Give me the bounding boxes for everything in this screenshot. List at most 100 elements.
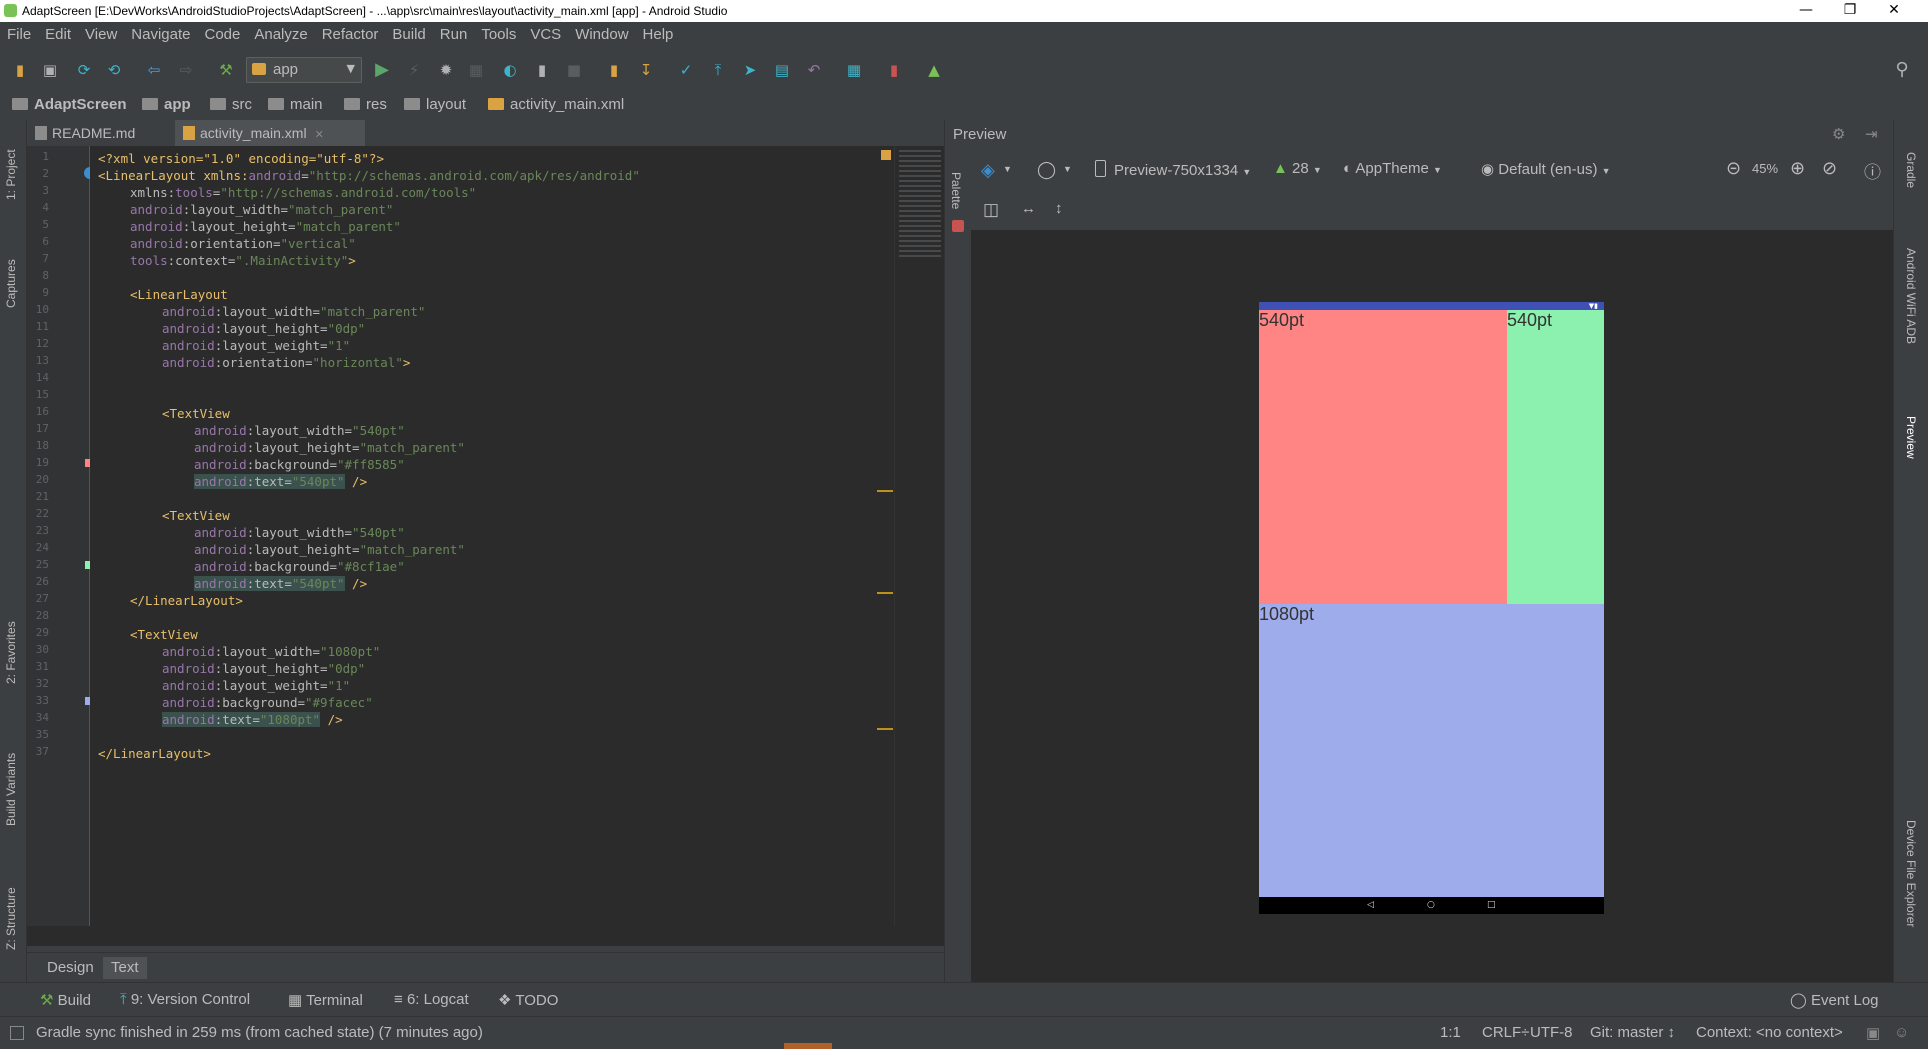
reload-icon[interactable]: ⟲ — [104, 60, 124, 80]
event-log-tool-button[interactable]: ◯ Event Log — [1790, 991, 1879, 1009]
close-tab-icon[interactable]: ✕ — [315, 129, 324, 141]
menu-vcs[interactable]: VCS — [523, 22, 568, 48]
api-select[interactable]: ▲ 28 ▼ — [1273, 160, 1322, 177]
zoom-in-icon[interactable]: ⊕ — [1790, 158, 1805, 179]
favorites-tool-tab[interactable]: 2: Favorites — [4, 621, 18, 684]
wifi-adb-tool-tab[interactable]: Android WiFi ADB — [1904, 248, 1918, 344]
menu-view[interactable]: View — [78, 22, 124, 48]
apply-changes-icon[interactable]: ▮ — [532, 60, 552, 80]
lock-icon[interactable]: ▣ — [1866, 1024, 1880, 1042]
revert-icon[interactable]: ↶ — [804, 60, 824, 80]
inspector-icon[interactable]: ☺ — [1894, 1024, 1909, 1041]
todo-tool-button[interactable]: ❖ TODO — [498, 991, 558, 1009]
toggle-tool-windows-icon[interactable] — [10, 1026, 24, 1040]
vcs-commit-icon[interactable]: ⤒ — [708, 60, 728, 80]
orientation-icon[interactable]: ◯ — [1037, 160, 1056, 180]
device-explorer-tool-tab[interactable]: Device File Explorer — [1904, 820, 1918, 927]
sync-icon[interactable]: ⟳ — [74, 60, 94, 80]
gear-icon[interactable]: ⚙ — [1832, 125, 1845, 143]
preview-tool-tab[interactable]: Preview — [1904, 416, 1918, 459]
vcs-update-icon[interactable]: ✓ — [676, 60, 696, 80]
zoom-fit-icon[interactable]: ⊘ — [1822, 158, 1837, 179]
warning-icon[interactable]: ⓘ — [1864, 158, 1881, 183]
download-icon[interactable]: ↧ — [636, 60, 656, 80]
build-variants-tool-tab[interactable]: Build Variants — [4, 753, 18, 826]
captures-tool-tab[interactable]: Captures — [4, 259, 18, 308]
tab-activity-main[interactable]: activity_main.xml ✕ — [175, 120, 365, 146]
chevron-down-icon[interactable]: ▼ — [1063, 164, 1072, 174]
stop-icon[interactable]: ■ — [564, 60, 584, 80]
locale-select[interactable]: ◉ Default (en-us) ▼ — [1481, 160, 1611, 178]
status-message[interactable]: Gradle sync finished in 259 ms (from cac… — [36, 1024, 483, 1041]
structure-tool-tab[interactable]: Z: Structure — [4, 887, 18, 950]
restore-button[interactable]: ❐ — [1828, 0, 1872, 22]
search-icon[interactable]: ⚲ — [1892, 60, 1912, 80]
forward-icon[interactable]: ⇨ — [176, 60, 196, 80]
menu-tools[interactable]: Tools — [474, 22, 523, 48]
menu-build[interactable]: Build — [385, 22, 432, 48]
project-structure-icon[interactable]: ▦ — [844, 60, 864, 80]
menu-window[interactable]: Window — [568, 22, 635, 48]
editor-minimap[interactable] — [877, 146, 945, 926]
menu-analyze[interactable]: Analyze — [247, 22, 314, 48]
chevron-down-icon[interactable]: ▼ — [1003, 164, 1012, 174]
close-button[interactable]: ✕ — [1872, 0, 1916, 22]
save-icon[interactable]: ▣ — [40, 60, 60, 80]
device-select[interactable]: Preview-750x1334 ▼ — [1095, 160, 1251, 179]
back-icon[interactable]: ⇦ — [144, 60, 164, 80]
warning-marker[interactable] — [881, 150, 891, 160]
hide-panel-icon[interactable]: ⇥ — [1865, 125, 1878, 143]
vcs-compare-icon[interactable]: ▤ — [772, 60, 792, 80]
breadcrumb-src[interactable]: src — [210, 96, 252, 113]
minimize-button[interactable]: — — [1784, 0, 1828, 22]
make-project-icon[interactable]: ⚒ — [216, 60, 236, 80]
menu-code[interactable]: Code — [197, 22, 247, 48]
tab-readme[interactable]: README.md — [35, 120, 175, 146]
menu-help[interactable]: Help — [636, 22, 681, 48]
git-branch[interactable]: Git: master ↕ — [1590, 1024, 1675, 1041]
debug-icon[interactable]: ⚡ — [404, 60, 424, 80]
textview-540pt-green[interactable]: 540pt — [1507, 310, 1604, 604]
version-control-tool-button[interactable]: ⤒ 9: Version Control — [120, 991, 250, 1008]
menu-edit[interactable]: Edit — [38, 22, 78, 48]
line-separator[interactable]: CRLF÷ — [1482, 1024, 1529, 1041]
tab-design[interactable]: Design — [39, 957, 102, 979]
menu-refactor[interactable]: Refactor — [315, 22, 386, 48]
bookmark-icon[interactable]: ▮ — [604, 60, 624, 80]
code-editor[interactable]: <?xml version="1.0" encoding="utf-8"?> <… — [90, 146, 894, 926]
avd-manager-icon[interactable]: ▮ — [884, 60, 904, 80]
breadcrumb-project[interactable]: AdaptScreen — [12, 96, 127, 113]
theme-select[interactable]: ◐ AppTheme ▼ — [1343, 160, 1442, 177]
menu-file[interactable]: File — [0, 22, 38, 48]
context-indicator[interactable]: Context: <no context> — [1696, 1024, 1843, 1041]
tab-text[interactable]: Text — [103, 957, 147, 979]
textview-540pt-red[interactable]: 540pt — [1259, 310, 1507, 604]
run-icon[interactable]: ▶ — [372, 60, 392, 80]
attach-debugger-icon[interactable]: ✹ — [436, 60, 456, 80]
preview-canvas[interactable]: ▼▮ 540pt 540pt 1080pt ◁ ○ □ — [971, 230, 1893, 982]
profile-icon[interactable]: ◐ — [500, 60, 520, 80]
build-tool-button[interactable]: ⚒ Build — [40, 991, 91, 1009]
warning-stripe[interactable] — [877, 728, 893, 730]
run-config-select[interactable]: app ▼ — [246, 57, 362, 83]
file-encoding[interactable]: UTF-8 — [1530, 1024, 1573, 1041]
logcat-tool-button[interactable]: ≡ 6: Logcat — [394, 991, 469, 1008]
coverage-icon[interactable]: ▦ — [466, 60, 486, 80]
vcs-push-icon[interactable]: ➤ — [740, 60, 760, 80]
warning-stripe[interactable] — [877, 490, 893, 492]
menu-navigate[interactable]: Navigate — [124, 22, 197, 48]
breadcrumb-app[interactable]: app — [142, 96, 191, 113]
project-tool-tab[interactable]: 1: Project — [4, 149, 18, 200]
resize-horizontal-icon[interactable]: ↔ — [1021, 200, 1036, 217]
caret-position[interactable]: 1:1 — [1440, 1024, 1461, 1041]
palette-tool-tab[interactable]: Palette — [949, 172, 963, 209]
breadcrumb-layout[interactable]: layout — [404, 96, 466, 113]
breadcrumb-file[interactable]: activity_main.xml — [488, 96, 624, 113]
breadcrumb-res[interactable]: res — [344, 96, 387, 113]
zoom-out-icon[interactable]: ⊝ — [1726, 158, 1741, 179]
terminal-tool-button[interactable]: ▦ Terminal — [288, 991, 363, 1009]
split-view-icon[interactable]: ◫ — [983, 200, 999, 220]
open-folder-icon[interactable]: ▮ — [10, 60, 30, 80]
textview-1080pt-blue[interactable]: 1080pt — [1259, 604, 1604, 897]
breadcrumb-main[interactable]: main — [268, 96, 323, 113]
